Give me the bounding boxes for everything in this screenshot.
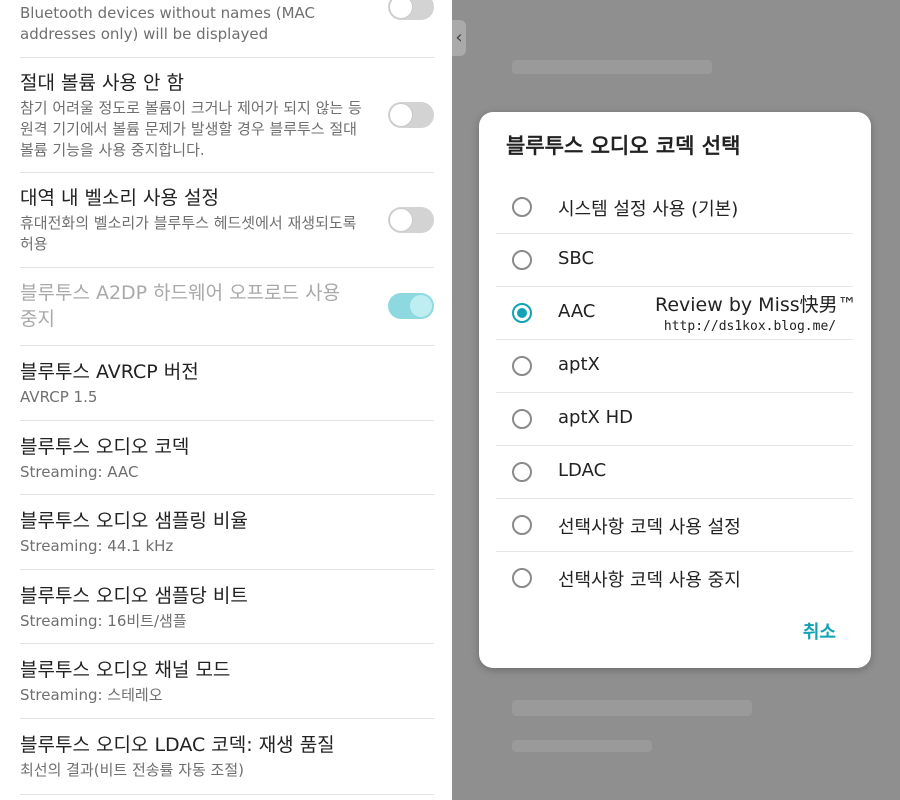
setting-title: 블루투스 오디오 채널 모드: [20, 659, 231, 681]
radio-unchecked-icon[interactable]: [512, 462, 532, 482]
option-label: aptX: [558, 354, 600, 375]
toggle-knob: [389, 208, 413, 232]
setting-avrcp-version[interactable]: 블루투스 AVRCP 버전 AVRCP 1.5: [20, 346, 434, 421]
blurred-background: [512, 700, 752, 716]
setting-subtitle: Streaming: 44.1 kHz: [20, 537, 174, 555]
setting-title: 블루투스 AVRCP 버전: [20, 361, 199, 383]
option-aptx-hd[interactable]: aptX HD: [496, 393, 853, 446]
setting-subtitle: Streaming: AAC: [20, 463, 139, 481]
option-ldac[interactable]: LDAC: [496, 446, 853, 499]
watermark-url: http://ds1kox.blog.me/: [663, 319, 837, 334]
radio-unchecked-icon[interactable]: [512, 515, 532, 535]
setting-disable-a2dp-offload: 블루투스 A2DP 하드웨어 오프로드 사용 중지: [20, 268, 434, 346]
option-label: 선택사항 코덱 사용 중지: [558, 570, 741, 591]
option-label: SBC: [558, 248, 595, 269]
radio-unchecked-icon[interactable]: [512, 356, 532, 376]
cancel-button[interactable]: 취소: [803, 618, 836, 644]
setting-title: 블루투스 오디오 샘플링 비율: [20, 510, 248, 532]
setting-subtitle: Streaming: 스테레오: [20, 686, 163, 704]
watermark-title: Review by Miss快男™: [655, 294, 857, 316]
setting-subtitle: 휴대전화의 벨소리가 블루투스 헤드셋에서 재생되도록 허용: [20, 214, 357, 253]
setting-subtitle: 참기 어려울 정도로 볼륨이 크거나 제어가 되지 않는 등 원격 기기에서 볼…: [20, 99, 362, 159]
codec-select-dialog: 블루투스 오디오 코덱 선택 시스템 설정 사용 (기본) SBC AAC ap…: [479, 112, 871, 668]
option-enable-optional-codecs[interactable]: 선택사항 코덱 사용 설정: [496, 499, 853, 552]
chevron-left-icon: ‹: [452, 20, 466, 56]
setting-title: 블루투스 오디오 코덱: [20, 436, 190, 458]
radio-unchecked-icon[interactable]: [512, 409, 532, 429]
setting-title: 블루투스 오디오 샘플당 비트: [20, 585, 248, 607]
setting-audio-channel-mode[interactable]: 블루투스 오디오 채널 모드 Streaming: 스테레오: [20, 644, 434, 719]
toggle-switch[interactable]: [388, 102, 434, 128]
option-label: LDAC: [558, 460, 607, 481]
setting-title: 블루투스 오디오 LDAC 코덱: 재생 품질: [20, 734, 335, 756]
setting-title: 대역 내 벨소리 사용 설정: [20, 187, 219, 209]
option-label: AAC: [558, 301, 596, 322]
option-system-default[interactable]: 시스템 설정 사용 (기본): [496, 181, 853, 234]
setting-in-band-ringing[interactable]: 대역 내 벨소리 사용 설정 휴대전화의 벨소리가 블루투스 헤드셋에서 재생되…: [20, 173, 434, 268]
option-label: 선택사항 코덱 사용 설정: [558, 517, 741, 538]
option-disable-optional-codecs[interactable]: 선택사항 코덱 사용 중지: [496, 552, 853, 605]
setting-subtitle: Streaming: 16비트/샘플: [20, 612, 187, 630]
toggle-switch[interactable]: [388, 0, 434, 20]
setting-show-unnamed-devices[interactable]: Bluetooth devices without names (MAC add…: [20, 0, 434, 58]
toggle-knob: [389, 0, 413, 19]
setting-title: 블루투스 A2DP 하드웨어 오프로드 사용 중지: [20, 282, 341, 330]
radio-unchecked-icon[interactable]: [512, 250, 532, 270]
setting-ldac-playback-quality[interactable]: 블루투스 오디오 LDAC 코덱: 재생 품질 최선의 결과(비트 전송률 자동…: [20, 719, 434, 795]
setting-audio-sample-rate[interactable]: 블루투스 오디오 샘플링 비율 Streaming: 44.1 kHz: [20, 495, 434, 570]
radio-unchecked-icon[interactable]: [512, 568, 532, 588]
setting-disable-absolute-volume[interactable]: 절대 볼륨 사용 안 함 참기 어려울 정도로 볼륨이 크거나 제어가 되지 않…: [20, 58, 434, 173]
developer-options-panel: Bluetooth devices without names (MAC add…: [0, 0, 452, 800]
setting-title: 절대 볼륨 사용 안 함: [20, 72, 184, 94]
setting-audio-bits-per-sample[interactable]: 블루투스 오디오 샘플당 비트 Streaming: 16비트/샘플: [20, 570, 434, 644]
toggle-knob: [409, 294, 433, 318]
option-aptx[interactable]: aptX: [496, 340, 853, 393]
blurred-background: [512, 60, 712, 74]
toggle-switch[interactable]: [388, 207, 434, 233]
blurred-background: [512, 740, 652, 752]
dialog-title: 블루투스 오디오 코덱 선택: [506, 134, 741, 158]
radio-unchecked-icon[interactable]: [512, 197, 532, 217]
option-sbc[interactable]: SBC: [496, 234, 853, 287]
toggle-knob: [389, 103, 413, 127]
setting-subtitle: AVRCP 1.5: [20, 388, 98, 406]
setting-audio-codec[interactable]: 블루투스 오디오 코덱 Streaming: AAC: [20, 421, 434, 495]
option-label: 시스템 설정 사용 (기본): [558, 199, 739, 220]
dialog-backdrop[interactable]: ‹ 블루투스 오디오 코덱 선택 시스템 설정 사용 (기본) SBC AAC …: [452, 0, 900, 800]
setting-subtitle: 최선의 결과(비트 전송률 자동 조절): [20, 761, 244, 779]
watermark: Review by Miss快男™ http://ds1kox.blog.me/: [655, 290, 857, 334]
radio-checked-icon[interactable]: [512, 303, 532, 323]
option-label: aptX HD: [558, 407, 633, 428]
setting-subtitle: Bluetooth devices without names (MAC add…: [20, 4, 315, 43]
toggle-switch: [388, 293, 434, 319]
